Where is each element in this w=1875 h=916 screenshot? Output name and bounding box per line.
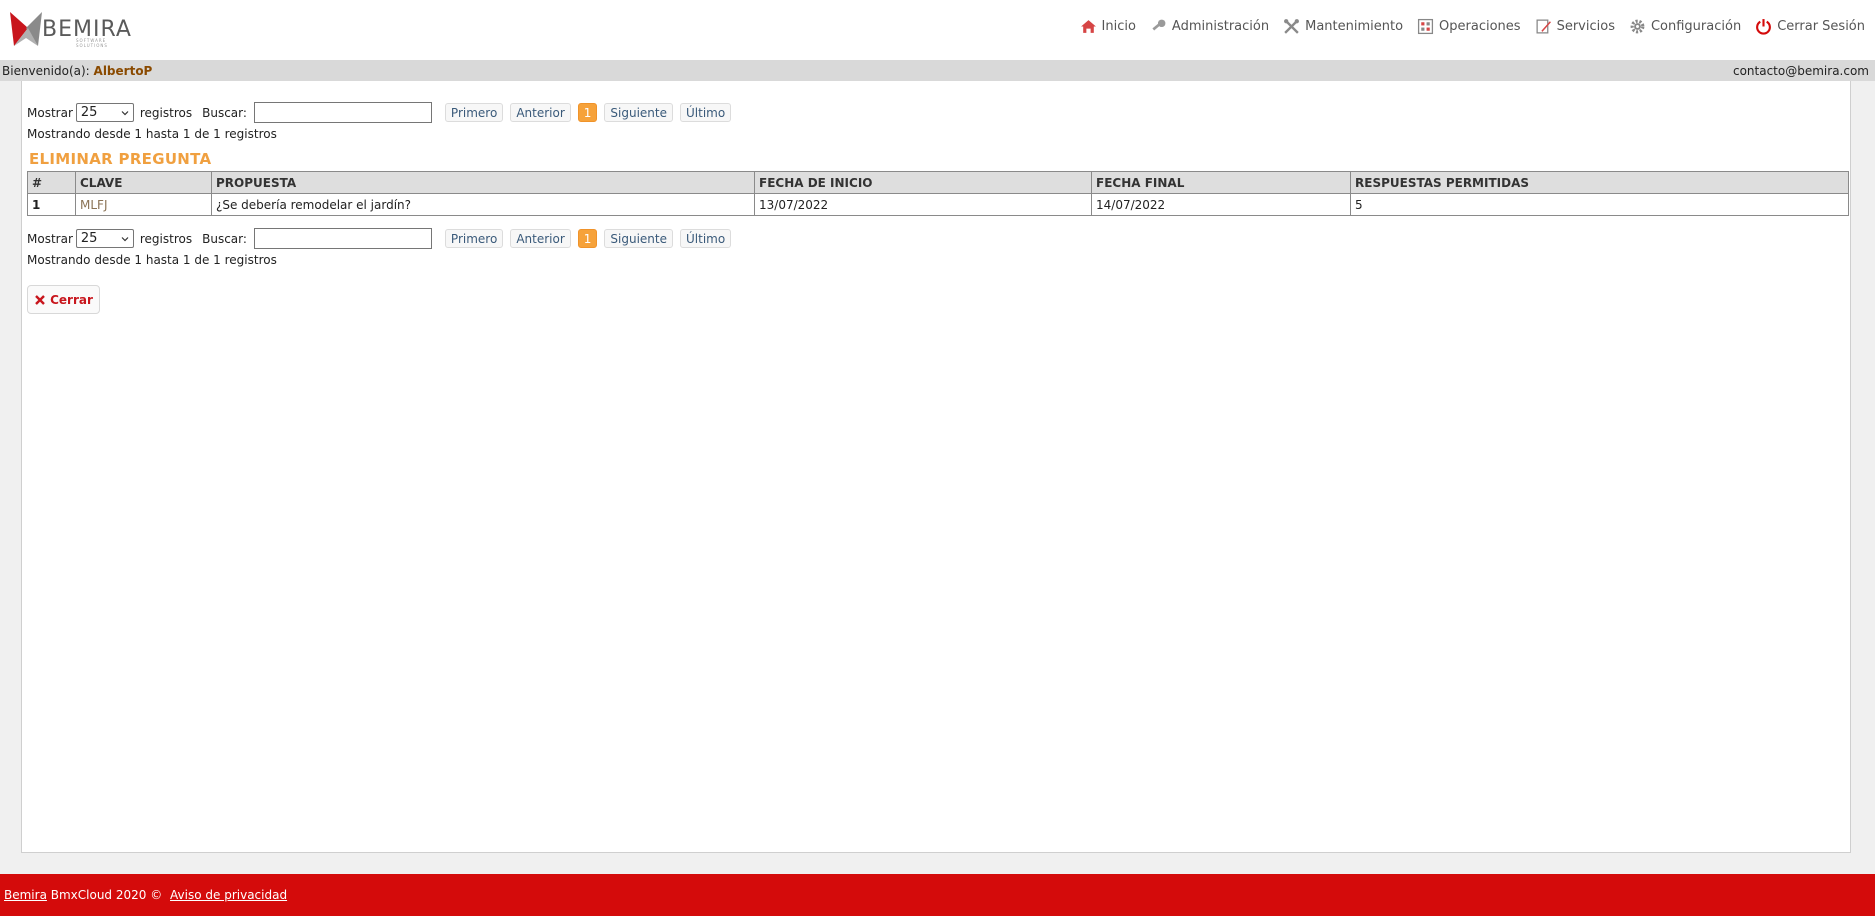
cell-fecha-final: 14/07/2022 — [1091, 193, 1351, 216]
content-panel: Mostrar 25 registros Buscar: Primero Ant… — [21, 81, 1851, 853]
table-controls-bottom: Mostrar 25 registros Buscar: Primero Ant… — [27, 228, 732, 249]
page-size-select[interactable]: 25 — [75, 103, 134, 122]
bemira-logo-icon — [10, 12, 42, 46]
records-info-bottom: Mostrando desde 1 hasta 1 de 1 registros — [27, 253, 277, 267]
table-header-row: # CLAVE PROPUESTA FECHA DE INICIO FECHA … — [27, 171, 1849, 194]
col-number[interactable]: # — [27, 171, 76, 194]
records-label-bottom: registros — [139, 231, 193, 246]
page-size-value: 25 — [80, 105, 98, 120]
nav-administracion-label: Administración — [1171, 19, 1270, 34]
col-clave[interactable]: CLAVE — [75, 171, 212, 194]
brand-logo[interactable]: BEMIRA SOFTWARE SOLUTIONS — [8, 8, 138, 50]
show-label: Mostrar — [27, 105, 73, 120]
questions-table: # CLAVE PROPUESTA FECHA DE INICIO FECHA … — [27, 171, 1849, 216]
pager-next-button-bottom[interactable]: Siguiente — [604, 229, 673, 248]
header: BEMIRA SOFTWARE SOLUTIONS Inicio Adminis… — [0, 0, 1875, 60]
nav-mantenimiento[interactable]: Mantenimiento — [1283, 18, 1403, 35]
key-icon — [1152, 19, 1166, 31]
gear-icon — [1630, 19, 1645, 34]
nav-operaciones-label: Operaciones — [1439, 19, 1521, 34]
pager-last-button-bottom[interactable]: Último — [680, 229, 732, 248]
pager-page-1[interactable]: 1 — [577, 103, 598, 122]
nav-inicio-label: Inicio — [1101, 19, 1136, 34]
search-input-bottom[interactable] — [253, 228, 432, 249]
records-label: registros — [139, 105, 193, 120]
chevron-down-icon — [121, 236, 129, 241]
pagination: Primero Anterior 1 Siguiente Último — [444, 103, 732, 122]
footer: Bemira BmxCloud 2020 © Aviso de privacid… — [0, 874, 1875, 916]
show-label-bottom: Mostrar — [27, 231, 73, 246]
nav-administracion[interactable]: Administración — [1150, 18, 1269, 35]
pager-first-button[interactable]: Primero — [444, 103, 504, 122]
pager-last-button[interactable]: Último — [680, 103, 732, 122]
search-label-bottom: Buscar: — [202, 231, 247, 246]
footer-bemira-link[interactable]: Bemira — [4, 888, 47, 902]
calculator-icon — [1418, 18, 1434, 35]
nav-configuracion-label: Configuración — [1650, 19, 1742, 34]
welcome-bar: Bienvenido(a): AlbertoP contacto@bemira.… — [0, 60, 1875, 81]
close-button[interactable]: Cerrar — [27, 285, 100, 314]
nav-mantenimiento-label: Mantenimiento — [1305, 19, 1404, 34]
col-propuesta[interactable]: PROPUESTA — [211, 171, 755, 194]
power-icon — [1756, 19, 1772, 35]
nav-configuracion[interactable]: Configuración — [1629, 18, 1741, 35]
tools-icon — [1284, 19, 1300, 34]
page-title: ELIMINAR PREGUNTA — [29, 150, 212, 168]
pager-prev-button-bottom[interactable]: Anterior — [510, 229, 571, 248]
col-fecha-final[interactable]: FECHA FINAL — [1091, 171, 1351, 194]
search-label: Buscar: — [202, 105, 247, 120]
nav-servicios[interactable]: Servicios — [1535, 18, 1615, 35]
main-nav: Inicio Administración Mantenimiento Oper… — [1080, 18, 1865, 35]
home-icon — [1080, 20, 1096, 33]
edit-document-icon — [1536, 19, 1551, 34]
pager-page-1-bottom[interactable]: 1 — [577, 229, 598, 248]
col-fecha-inicio[interactable]: FECHA DE INICIO — [754, 171, 1092, 194]
cell-fecha-inicio: 13/07/2022 — [754, 193, 1092, 216]
search-input[interactable] — [253, 102, 432, 123]
brand-tagline: SOFTWARE SOLUTIONS — [76, 38, 108, 48]
privacy-link[interactable]: Aviso de privacidad — [170, 888, 287, 902]
table-row[interactable]: 1 MLFJ ¿Se debería remodelar el jardín? … — [27, 193, 1849, 216]
welcome-username: AlbertoP — [93, 63, 153, 78]
close-icon — [35, 294, 45, 305]
page-size-value-bottom: 25 — [80, 231, 98, 246]
cell-propuesta: ¿Se debería remodelar el jardín? — [211, 193, 755, 216]
cell-respuestas-permitidas: 5 — [1350, 193, 1849, 216]
table-controls-top: Mostrar 25 registros Buscar: Primero Ant… — [27, 102, 732, 123]
nav-cerrar-sesion[interactable]: Cerrar Sesión — [1755, 18, 1865, 35]
footer-copyright: BmxCloud 2020 © — [46, 888, 167, 902]
cell-number: 1 — [27, 193, 76, 216]
welcome-user: Bienvenido(a): AlbertoP — [2, 64, 152, 78]
pager-prev-button[interactable]: Anterior — [510, 103, 571, 122]
pager-first-button-bottom[interactable]: Primero — [444, 229, 504, 248]
nav-cerrar-sesion-label: Cerrar Sesión — [1777, 19, 1865, 34]
nav-servicios-label: Servicios — [1556, 19, 1615, 34]
cell-clave[interactable]: MLFJ — [75, 193, 212, 216]
welcome-prefix: Bienvenido(a): — [2, 63, 90, 78]
nav-inicio[interactable]: Inicio — [1080, 18, 1136, 35]
pagination-bottom: Primero Anterior 1 Siguiente Último — [444, 229, 732, 248]
chevron-down-icon — [121, 110, 129, 115]
close-button-label: Cerrar — [50, 292, 93, 307]
page-size-select-bottom[interactable]: 25 — [75, 229, 134, 248]
pager-next-button[interactable]: Siguiente — [604, 103, 673, 122]
content-area: Mostrar 25 registros Buscar: Primero Ant… — [0, 81, 1875, 874]
col-respuestas-permitidas[interactable]: RESPUESTAS PERMITIDAS — [1350, 171, 1849, 194]
contact-email: contacto@bemira.com — [1732, 63, 1869, 78]
nav-operaciones[interactable]: Operaciones — [1417, 18, 1521, 35]
records-info-top: Mostrando desde 1 hasta 1 de 1 registros — [27, 127, 277, 141]
